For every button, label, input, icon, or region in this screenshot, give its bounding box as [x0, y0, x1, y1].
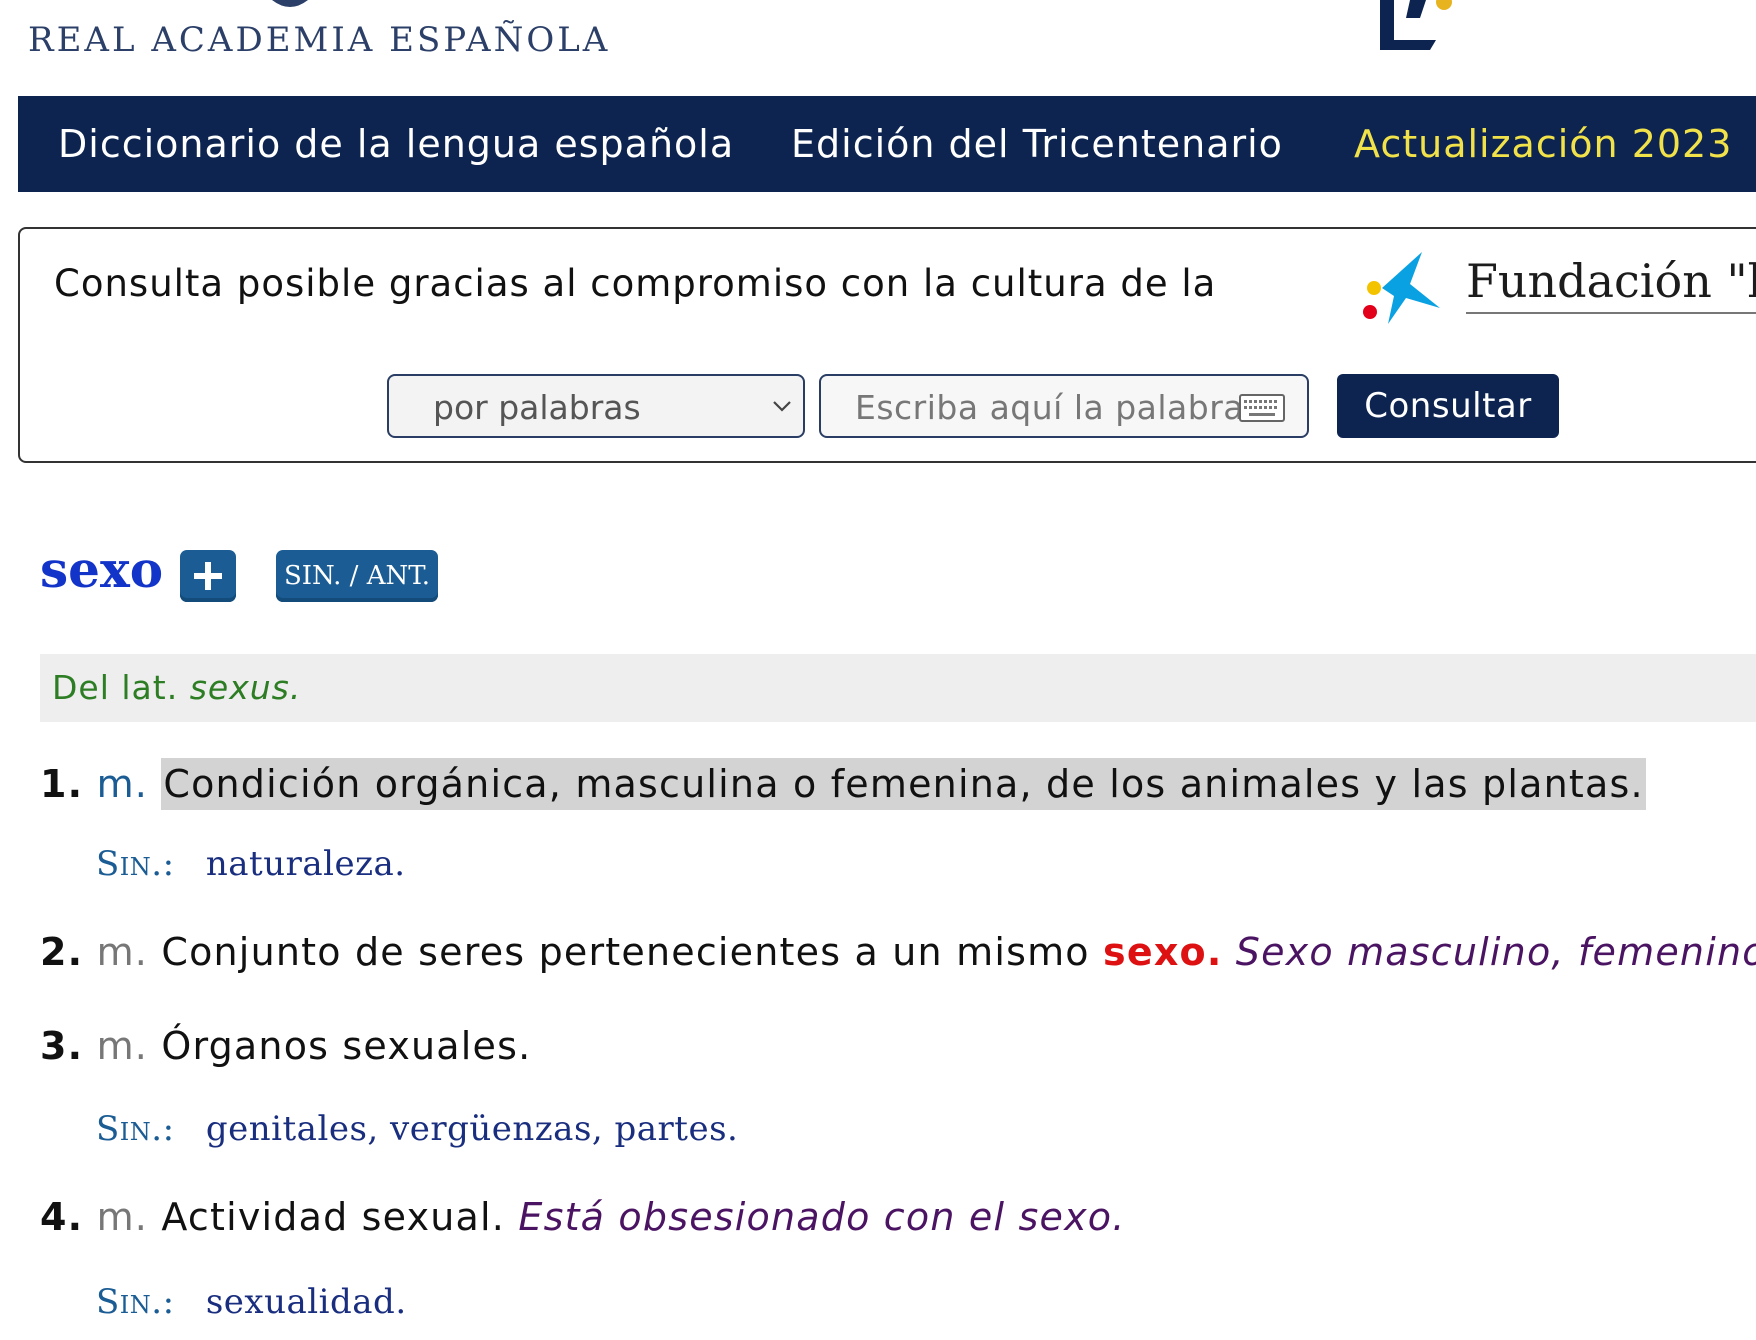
- sense-number: 4.: [40, 1195, 84, 1239]
- synonyms-3: Sin.: genitales, vergüenzas, partes.: [96, 1109, 738, 1149]
- nav-dictionary[interactable]: Diccionario de la lengua española: [58, 122, 734, 166]
- chevron-down-icon: [773, 401, 791, 412]
- syn-words[interactable]: naturaleza.: [206, 844, 406, 884]
- sense-example: Sexo masculino, femenino.: [1235, 930, 1756, 974]
- sense-abbr[interactable]: m.: [97, 930, 149, 974]
- sense-4: 4. m. Actividad sexual. Está obsesionado…: [40, 1195, 1126, 1239]
- sense-abbr[interactable]: m.: [97, 1024, 149, 1068]
- sense-number: 1.: [40, 762, 84, 806]
- sense-definition: Conjunto de seres pertenecientes a un mi…: [161, 930, 1090, 974]
- syn-words[interactable]: sexualidad.: [206, 1282, 407, 1322]
- keyboard-icon[interactable]: [1239, 394, 1285, 422]
- syn-label: Sin.:: [96, 1109, 175, 1149]
- sense-number: 2.: [40, 930, 84, 974]
- rae-crest-icon: [272, 0, 308, 7]
- rae-logo-text[interactable]: REAL ACADEMIA ESPAÑOLA: [28, 20, 610, 60]
- plus-icon: [194, 562, 222, 590]
- crossref-link[interactable]: sexo.: [1103, 930, 1222, 974]
- main-navbar: Diccionario de la lengua española Edició…: [18, 96, 1756, 192]
- sense-example: Está obsesionado con el sexo.: [518, 1195, 1126, 1239]
- synonyms-4: Sin.: sexualidad.: [96, 1282, 407, 1322]
- etymology-word: sexus.: [189, 668, 302, 707]
- etymology-bar: Del lat. sexus.: [40, 654, 1756, 722]
- headword: sexo: [40, 540, 164, 599]
- sense-definition: Órganos sexuales.: [161, 1024, 532, 1068]
- sponsor-star-logo[interactable]: [1352, 248, 1442, 328]
- sense-abbr[interactable]: m.: [97, 1195, 149, 1239]
- syn-label: Sin.:: [96, 844, 175, 884]
- sense-1: 1. m. Condición orgánica, masculina o fe…: [40, 758, 1646, 810]
- consult-button[interactable]: Consultar: [1337, 374, 1559, 438]
- syn-words[interactable]: genitales, vergüenzas, partes.: [206, 1109, 739, 1149]
- synonyms-1: Sin.: naturaleza.: [96, 844, 406, 884]
- plus-button[interactable]: [180, 550, 236, 602]
- etymology-prefix: Del lat.: [52, 668, 179, 707]
- search-mode-value: por palabras: [433, 388, 641, 427]
- search-placeholder: Escriba aquí la palabra: [855, 388, 1245, 427]
- sense-definition: Condición orgánica, masculina o femenina…: [161, 758, 1646, 810]
- sponsor-text: Consulta posible gracias al compromiso c…: [54, 262, 1217, 305]
- sense-number: 3.: [40, 1024, 84, 1068]
- etymology-text: Del lat. sexus.: [52, 668, 301, 707]
- sense-abbr[interactable]: m.: [97, 762, 149, 806]
- sponsor-name[interactable]: Fundación "la: [1466, 254, 1756, 314]
- nav-tricentenario[interactable]: Edición del Tricentenario: [791, 122, 1283, 166]
- asale-logo-icon[interactable]: [1360, 0, 1500, 58]
- sense-3: 3. m. Órganos sexuales.: [40, 1024, 531, 1068]
- sense-2: 2. m. Conjunto de seres pertenecientes a…: [40, 930, 1756, 974]
- syn-label: Sin.:: [96, 1282, 175, 1322]
- sin-ant-button[interactable]: SIN. / ANT.: [276, 550, 438, 602]
- nav-update-2023[interactable]: Actualización 2023: [1354, 122, 1732, 166]
- search-input[interactable]: Escriba aquí la palabra: [819, 374, 1309, 438]
- search-mode-select[interactable]: por palabras: [387, 374, 805, 438]
- sense-definition: Actividad sexual.: [161, 1195, 506, 1239]
